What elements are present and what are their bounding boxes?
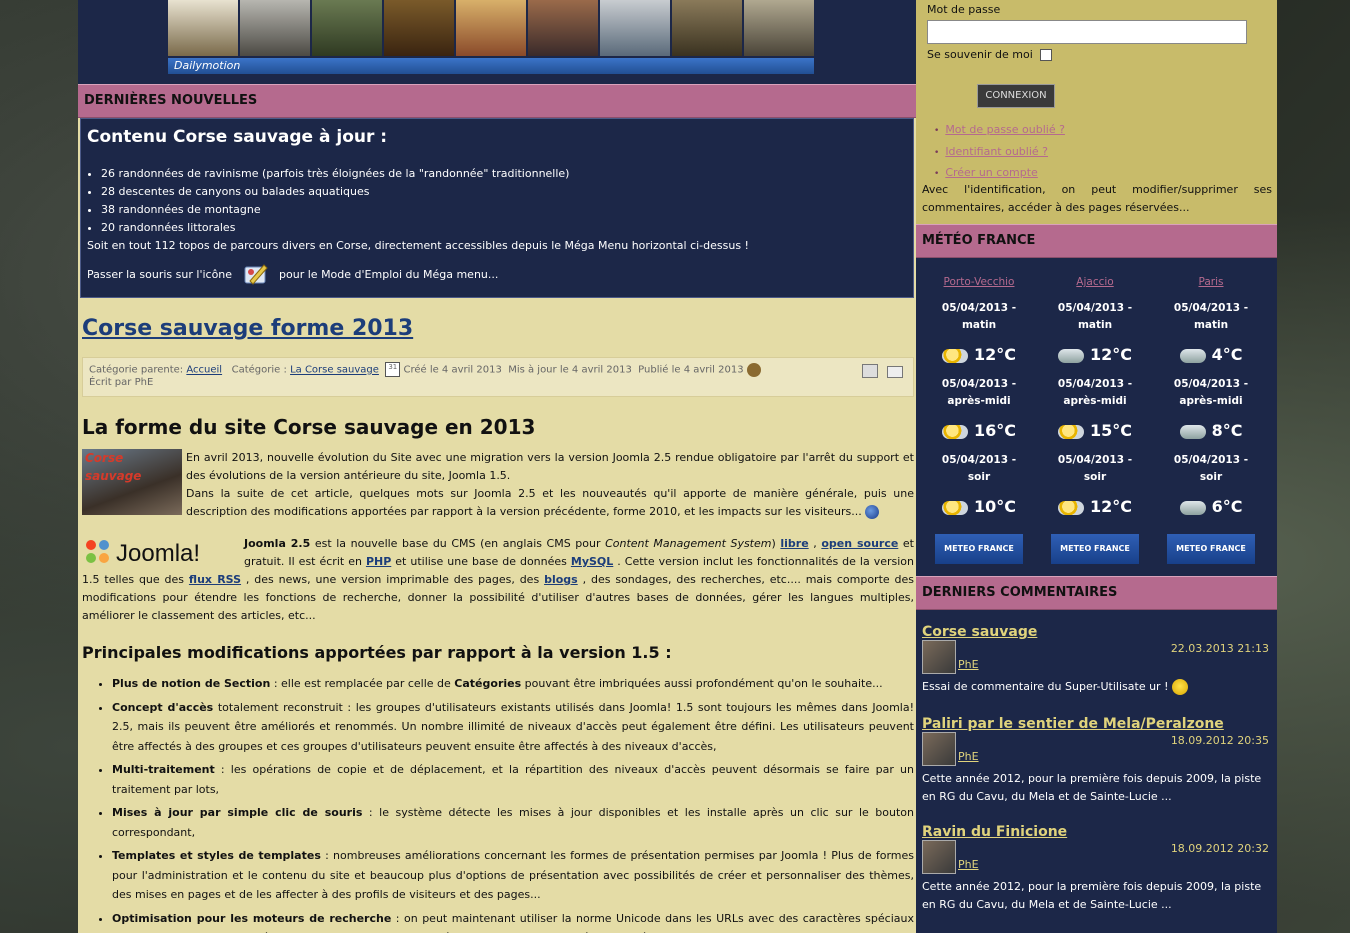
news-heading: Contenu Corse sauvage à jour : [87, 127, 388, 147]
remember-checkbox[interactable] [1040, 49, 1053, 61]
calendar-icon: 31 [385, 362, 401, 377]
comment-title-link[interactable]: Ravin du Finicione [922, 824, 1271, 840]
meteo-france-badge[interactable]: METEO FRANCE [1051, 534, 1139, 564]
video-thumb[interactable] [528, 0, 600, 56]
login-module: Mot de passe Se souvenir de moi CONNEXIO… [916, 0, 1277, 224]
meteo-france-badge[interactable]: METEO FRANCE [1167, 534, 1255, 564]
mega-menu-help-icon[interactable] [242, 261, 270, 289]
list-item: 26 randonnées de ravinisme (parfois très… [101, 165, 907, 183]
comments-section-title: DERNIERS COMMENTAIRES [916, 576, 1277, 610]
comment-title-link[interactable]: Paliri par le sentier de Mela/Peralzone [922, 716, 1271, 732]
avatar [922, 640, 956, 674]
login-info: Avec l'identification, on peut modifier/… [922, 183, 1272, 214]
login-links: Mot de passe oublié ? Identifiant oublié… [924, 120, 1065, 185]
sun-cloud-icon [1057, 424, 1084, 439]
link-open-source[interactable]: open source [821, 537, 898, 550]
sun-cloud-icon [941, 500, 968, 515]
link-php[interactable]: PHP [366, 555, 391, 568]
meteo-city-link[interactable]: Porto-Vecchio [924, 276, 1034, 288]
avatar [922, 840, 956, 874]
meteo-section-title: MÉTÉO FRANCE [916, 224, 1277, 258]
password-input[interactable] [927, 20, 1247, 44]
meteo-module: Porto-Vecchio 05/04/2013 - matin 12°C 05/… [916, 258, 1277, 576]
cloud-icon [1179, 500, 1206, 515]
forgot-username-link[interactable]: Identifiant oublié ? [945, 145, 1048, 158]
print-icon[interactable] [861, 364, 878, 378]
meteo-city: Ajaccio 05/04/2013 - matin 12°C 05/04/201… [1040, 276, 1150, 564]
comment-item: Corse sauvage 22.03.2013 21:13 PhE Essai… [922, 624, 1271, 695]
news-hover-hint: Passer la souris sur l'icône pour le Mod… [87, 261, 907, 289]
rain-cloud-icon [1057, 348, 1084, 363]
users-icon [746, 362, 761, 377]
link-mysql[interactable]: MySQL [571, 555, 613, 568]
list-item: Optimisation pour les moteurs de recherc… [112, 909, 914, 933]
list-item: 38 randonnées de montagne [101, 201, 907, 219]
joomla-logo: Joomla! [82, 535, 234, 569]
article-intro: Corse sauvage En avril 2013, nouvelle év… [82, 449, 915, 622]
sidebar: Mot de passe Se souvenir de moi CONNEXIO… [916, 0, 1277, 933]
news-summary: Soit en tout 112 topos de parcours diver… [87, 239, 749, 252]
video-thumb[interactable] [600, 0, 672, 56]
meteo-city-link[interactable]: Paris [1156, 276, 1266, 288]
list-item: Multi-traitement : les opérations de cop… [112, 760, 914, 799]
comments-module: Corse sauvage 22.03.2013 21:13 PhE Essai… [916, 624, 1277, 914]
forgot-password-link[interactable]: Mot de passe oublié ? [945, 123, 1065, 136]
parent-category-link[interactable]: Accueil [186, 365, 222, 376]
email-icon[interactable] [887, 366, 903, 378]
comment-item: Ravin du Finicione 18.09.2012 20:32 PhE … [922, 824, 1271, 911]
list-item: 20 randonnées littorales [101, 219, 907, 237]
create-account-link[interactable]: Créer un compte [945, 166, 1038, 179]
changes-list: Plus de notion de Section : elle est rem… [78, 674, 916, 933]
category-link[interactable]: La Corse sauvage [290, 365, 379, 376]
article-meta: Catégorie parente: Accueil Catégorie : L… [82, 357, 914, 397]
list-item: Templates et styles de templates : nombr… [112, 846, 914, 905]
remember-label: Se souvenir de moi [927, 48, 1053, 61]
meteo-france-badge[interactable]: METEO FRANCE [935, 534, 1023, 564]
link-rss[interactable]: flux RSS [189, 573, 241, 586]
video-thumb[interactable] [384, 0, 456, 56]
changes-title: Principales modifications apportées par … [82, 643, 672, 662]
cloud-icon [1179, 348, 1206, 363]
password-label: Mot de passe [927, 3, 1001, 16]
meteo-city: Porto-Vecchio 05/04/2013 - matin 12°C 05/… [924, 276, 1034, 564]
video-thumb[interactable] [168, 0, 240, 56]
video-thumb[interactable] [312, 0, 384, 56]
corse-sauvage-image: Corse sauvage [82, 449, 182, 515]
video-player[interactable]: Dailymotion [168, 0, 814, 74]
list-item: Concept d'accès totalement reconstruit :… [112, 698, 914, 757]
sun-cloud-icon [941, 348, 968, 363]
video-thumb[interactable] [240, 0, 312, 56]
sun-cloud-icon [1057, 500, 1084, 515]
comment-user-link[interactable]: PhE [958, 658, 979, 671]
news-box: Contenu Corse sauvage à jour : 26 randon… [80, 118, 914, 298]
link-libre[interactable]: libre [780, 537, 808, 550]
dailymotion-logo: Dailymotion [168, 58, 814, 74]
cloud-icon [1179, 424, 1206, 439]
list-item: Mises à jour par simple clic de souris :… [112, 803, 914, 842]
comment-title-link[interactable]: Corse sauvage [922, 624, 1271, 640]
video-thumb[interactable] [456, 0, 528, 56]
video-thumb[interactable] [744, 0, 814, 56]
comment-user-link[interactable]: PhE [958, 858, 979, 871]
news-list: 26 randonnées de ravinisme (parfois très… [87, 165, 907, 237]
globe-icon[interactable] [865, 505, 880, 519]
article-title[interactable]: Corse sauvage forme 2013 [82, 316, 916, 341]
avatar [922, 732, 956, 766]
article-subtitle: La forme du site Corse sauvage en 2013 [82, 415, 536, 439]
login-button[interactable]: CONNEXION [977, 84, 1055, 108]
joomla-logo-text: Joomla! [116, 540, 200, 567]
comment-user-link[interactable]: PhE [958, 750, 979, 763]
meteo-city-link[interactable]: Ajaccio [1040, 276, 1150, 288]
meteo-city: Paris 05/04/2013 - matin 4°C 05/04/2013 -… [1156, 276, 1266, 564]
sun-cloud-icon [941, 424, 968, 439]
list-item: 28 descentes de canyons ou balades aquat… [101, 183, 907, 201]
list-item: Plus de notion de Section : elle est rem… [112, 674, 914, 694]
link-blogs[interactable]: blogs [544, 573, 578, 586]
main-column: Dailymotion DERNIÈRES NOUVELLES Contenu … [78, 0, 916, 933]
video-thumb[interactable] [672, 0, 744, 56]
comment-item: Paliri par le sentier de Mela/Peralzone … [922, 716, 1271, 803]
news-section-title: DERNIÈRES NOUVELLES [78, 84, 916, 118]
smiley-icon [1171, 679, 1188, 695]
